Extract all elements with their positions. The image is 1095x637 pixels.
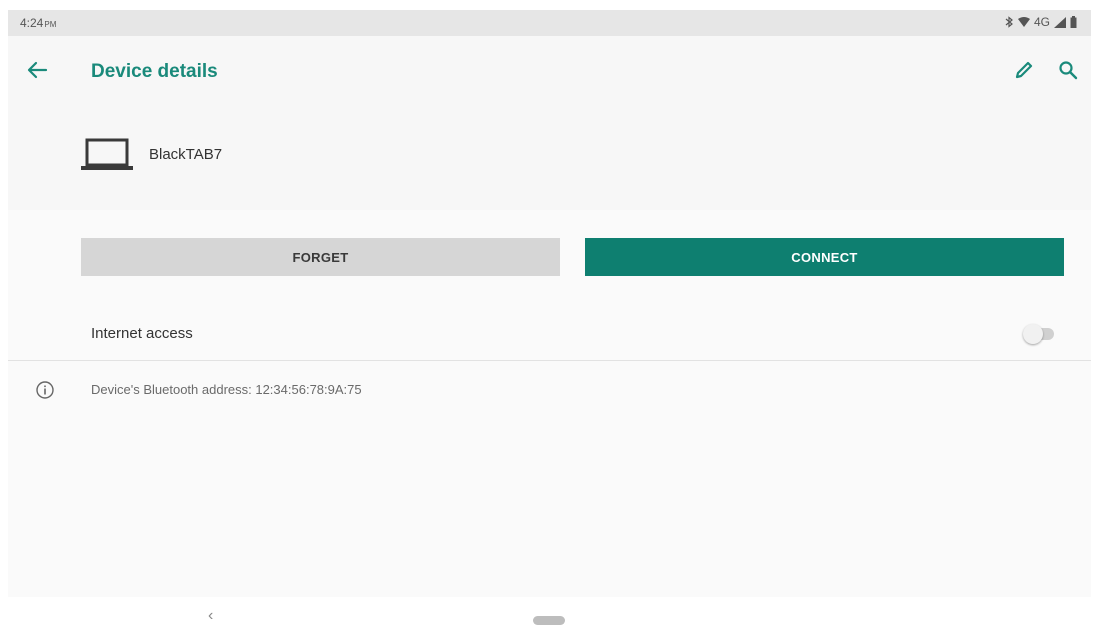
internet-access-label: Internet access	[91, 325, 193, 342]
battery-icon	[1070, 16, 1077, 28]
bluetooth-address-text: Device's Bluetooth address: 12:34:56:78:…	[91, 382, 362, 397]
toggle-thumb	[1023, 324, 1043, 344]
forget-button[interactable]: FORGET	[81, 238, 560, 276]
back-arrow-icon[interactable]	[26, 59, 48, 81]
network-type-label: 4G	[1033, 15, 1050, 29]
edit-icon[interactable]	[1013, 59, 1035, 81]
device-name: BlackTAB7	[149, 146, 223, 163]
nav-home-button[interactable]	[533, 616, 565, 625]
navigation-bar: ‹	[0, 597, 1095, 637]
connect-button-label: CONNECT	[791, 249, 858, 265]
forget-button-label: FORGET	[292, 249, 349, 265]
internet-access-toggle[interactable]	[1023, 324, 1057, 344]
status-bar: 4:24PM 4G	[8, 10, 1091, 36]
nav-back-button[interactable]: ‹	[208, 607, 213, 625]
status-time: 4:24PM	[20, 16, 56, 30]
connect-button[interactable]: CONNECT	[585, 238, 1064, 276]
status-icons: 4G	[1005, 15, 1077, 29]
bluetooth-address-row: Device's Bluetooth address: 12:34:56:78:…	[8, 375, 1091, 405]
wifi-icon	[1017, 17, 1030, 27]
device-actions-section: FORGET CONNECT Internet access Device's …	[8, 210, 1091, 597]
status-time-ampm: PM	[44, 20, 57, 29]
signal-icon	[1054, 16, 1066, 28]
device-header: BlackTAB7	[8, 106, 1091, 210]
search-icon[interactable]	[1057, 59, 1079, 81]
app-bar: Device details	[8, 36, 1091, 106]
internet-access-row[interactable]: Internet access	[8, 313, 1091, 360]
page-title: Device details	[91, 61, 218, 82]
laptop-icon	[81, 138, 133, 170]
divider	[8, 360, 1091, 361]
status-time-value: 4:24	[20, 16, 44, 30]
info-icon	[36, 381, 54, 399]
device-details-screen: 4:24PM 4G Device details BlackTAB7 FORGE…	[8, 10, 1091, 597]
bluetooth-icon	[1005, 16, 1013, 28]
